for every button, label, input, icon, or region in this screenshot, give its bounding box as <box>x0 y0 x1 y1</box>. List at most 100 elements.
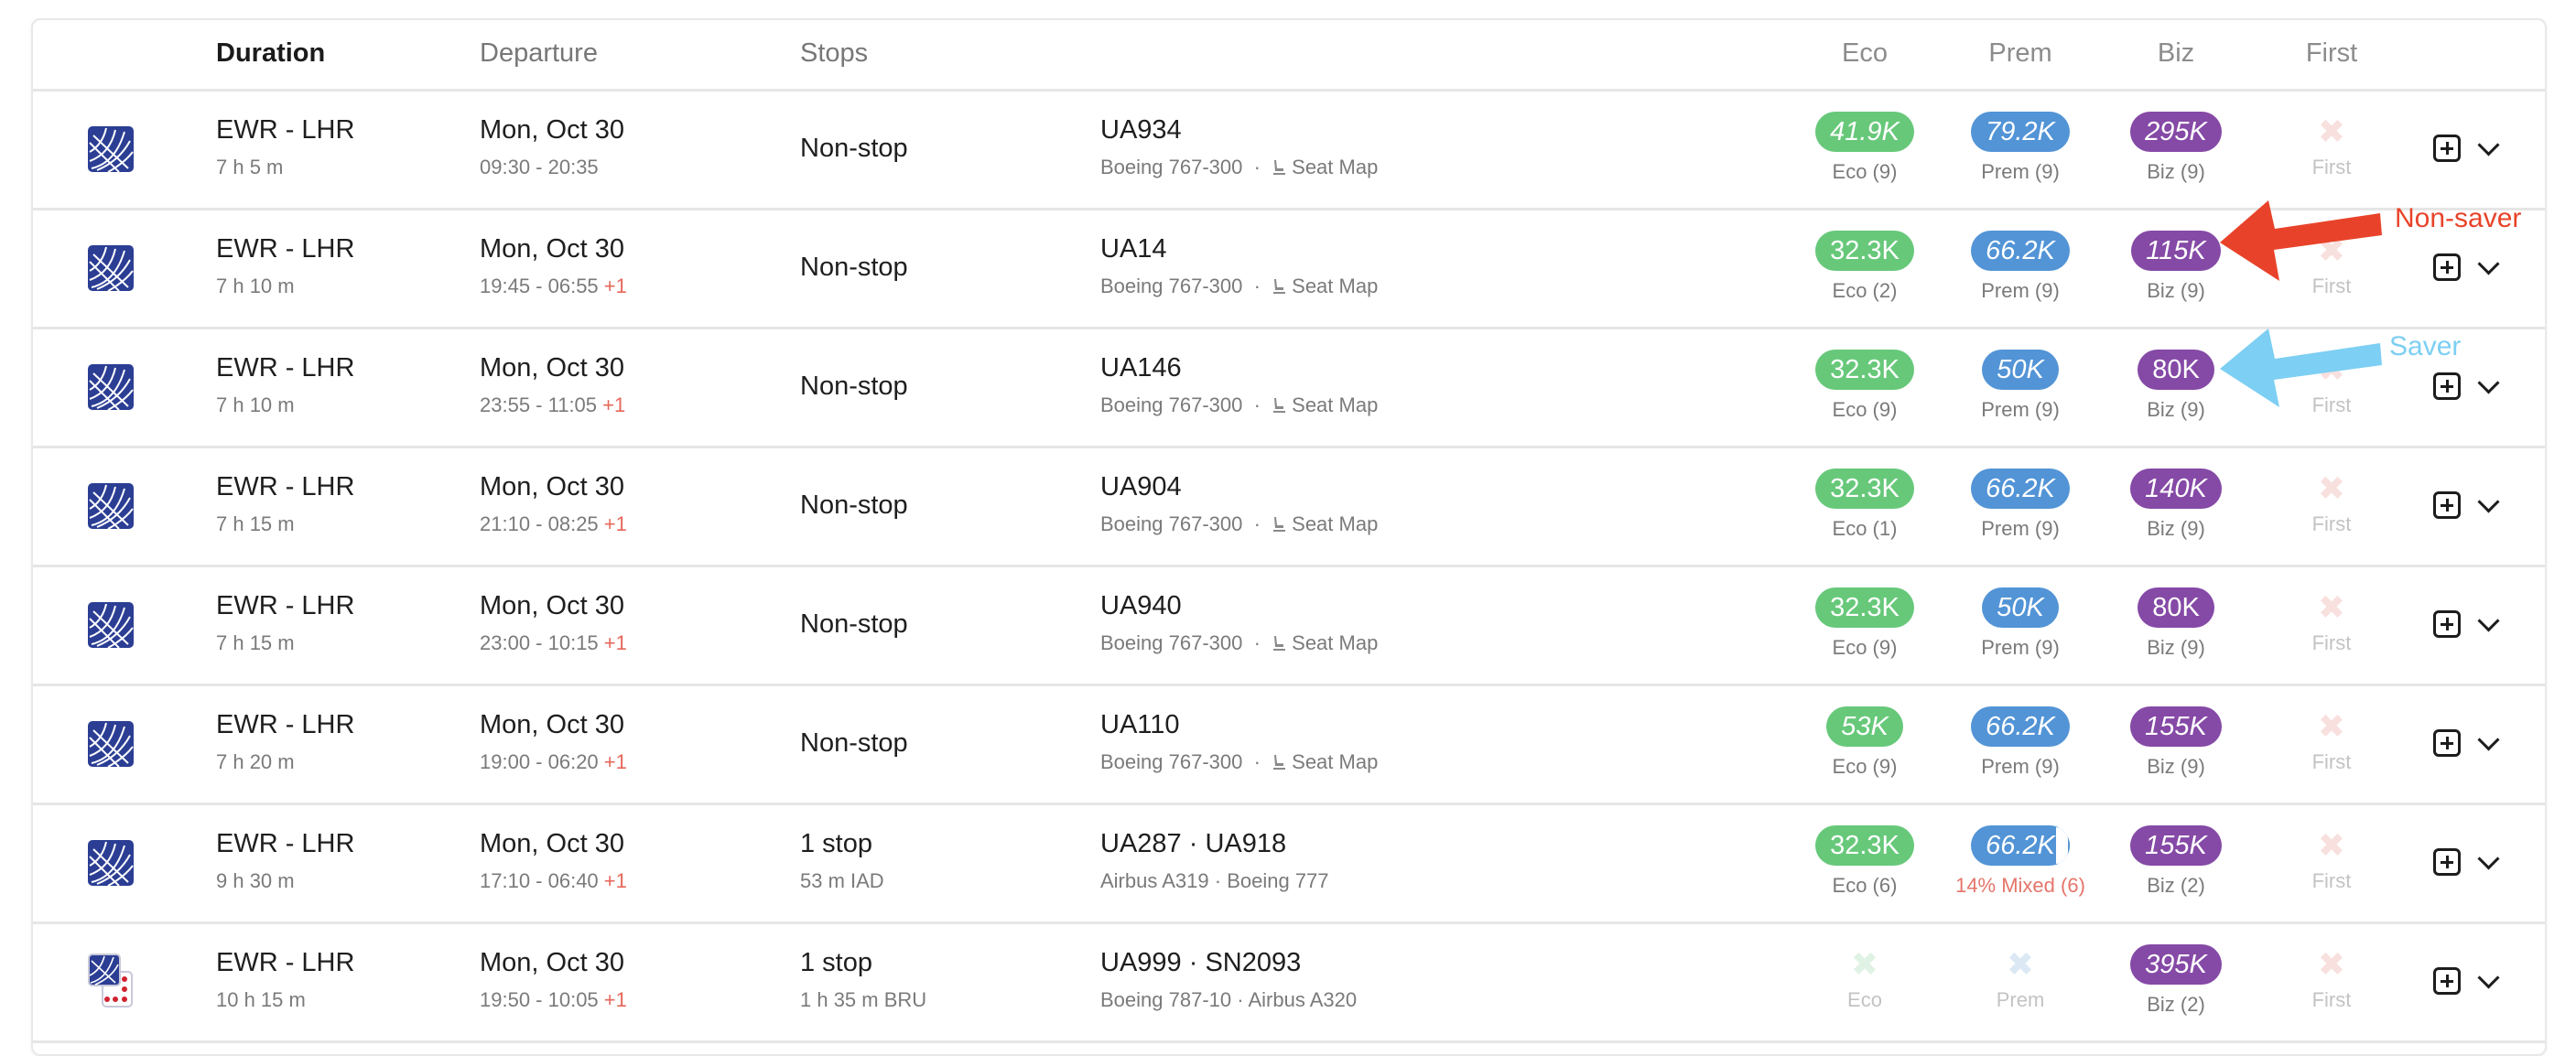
eco-price-pill[interactable]: 32.3K <box>1815 825 1914 866</box>
duration: 7 h 10 m <box>216 275 295 297</box>
plus-square-icon[interactable] <box>2433 848 2461 876</box>
cabin-biz[interactable]: 295K Biz (9) <box>2098 112 2254 184</box>
cabin-biz[interactable]: 140K Biz (9) <box>2098 469 2254 541</box>
eco-price-pill[interactable]: 32.3K <box>1815 231 1914 271</box>
cabin-prem[interactable]: 66.2K Prem (9) <box>1943 706 2098 779</box>
price: 66.2K <box>1986 474 2055 503</box>
cabin-eco[interactable]: 32.3K Eco (2) <box>1787 231 1943 303</box>
seat-map-link[interactable]: Seat Map <box>1272 393 1378 416</box>
cabin-biz[interactable]: 155K Biz (2) <box>2098 825 2254 898</box>
departure-times: 23:00 - 10:15 +1 <box>480 631 627 655</box>
biz-price-pill[interactable]: 80K <box>2138 350 2214 390</box>
chevron-down-icon[interactable] <box>2477 490 2500 513</box>
seat-map-link[interactable]: Seat Map <box>1272 512 1378 535</box>
plus-square-icon[interactable] <box>2433 610 2461 638</box>
table-row[interactable]: EWR - LHR 7 h 15 m Mon, Oct 30 21:10 - 08:2… <box>33 448 2545 567</box>
seat-map-link[interactable]: Seat Map <box>1272 275 1378 297</box>
table-row[interactable]: EWR - LHR 9 h 30 m Mon, Oct 30 17:10 - 06:4… <box>33 805 2545 924</box>
seat-map-link[interactable]: Seat Map <box>1272 750 1378 773</box>
aircraft: Boeing 767-300 <box>1100 512 1243 535</box>
cabin-eco[interactable]: 32.3K Eco (9) <box>1787 350 1943 422</box>
biz-price-pill[interactable]: 295K <box>2130 112 2222 152</box>
united-logo-icon <box>88 840 134 887</box>
prem-price-pill[interactable]: 79.2K <box>1971 112 2070 152</box>
chevron-down-icon[interactable] <box>2477 728 2500 751</box>
header-departure[interactable]: Departure <box>480 38 598 69</box>
prem-price-pill[interactable]: 66.2K <box>1971 706 2070 747</box>
seat-map-link[interactable]: Seat Map <box>1272 156 1378 178</box>
biz-price-pill[interactable]: 140K <box>2130 469 2222 509</box>
biz-price-pill[interactable]: 80K <box>2138 587 2214 628</box>
cabin-prem[interactable]: 66.2K 14% Mixed (6) <box>1943 825 2098 898</box>
separator-dot: · <box>1242 512 1272 535</box>
plus-square-icon[interactable] <box>2433 491 2461 519</box>
cabin-eco[interactable]: 41.9K Eco (9) <box>1787 112 1943 184</box>
biz-price-pill[interactable]: 395K <box>2130 944 2222 985</box>
plus-square-icon[interactable] <box>2433 135 2461 162</box>
plus-square-icon[interactable] <box>2433 253 2461 281</box>
header-biz[interactable]: Biz <box>2158 38 2194 69</box>
cabin-biz[interactable]: 80K Biz (9) <box>2098 587 2254 660</box>
prem-price-pill[interactable]: 50K <box>1982 587 2059 628</box>
prem-price-pill[interactable]: 66.2K <box>1971 469 2070 509</box>
header-stops[interactable]: Stops <box>800 38 868 69</box>
cabin-eco[interactable]: 32.3K Eco (1) <box>1787 469 1943 541</box>
prem-seats-label: Prem (9) <box>1981 160 2060 183</box>
plus-square-icon[interactable] <box>2433 372 2461 400</box>
chevron-down-icon[interactable] <box>2477 134 2500 156</box>
stops: 1 stop <box>800 948 872 977</box>
eco-price-pill[interactable]: 41.9K <box>1815 112 1914 152</box>
cabin-eco[interactable]: 32.3K Eco (9) <box>1787 587 1943 660</box>
cabin-prem[interactable]: 66.2K Prem (9) <box>1943 469 2098 541</box>
unavailable-x-icon: ✖ <box>2006 945 2035 983</box>
header-eco[interactable]: Eco <box>1842 38 1888 69</box>
header-first[interactable]: First <box>2306 38 2357 69</box>
cabin-prem[interactable]: 50K Prem (9) <box>1943 587 2098 660</box>
eco-price-pill[interactable]: 32.3K <box>1815 469 1914 509</box>
eco-seats-label: Eco (9) <box>1832 160 1898 183</box>
table-row[interactable]: EWR - LHR 7 h 10 m Mon, Oct 30 23:55 - 11:0… <box>33 329 2545 448</box>
cabin-prem[interactable]: 50K Prem (9) <box>1943 350 2098 422</box>
chevron-down-icon[interactable] <box>2477 609 2500 632</box>
biz-price-pill[interactable]: 155K <box>2130 706 2222 747</box>
aircraft-info: Boeing 767-300 · Seat Map <box>1100 750 1378 774</box>
table-row[interactable]: EWR - LHR 10 h 15 m Mon, Oct 30 19:50 - 10:… <box>33 924 2545 1043</box>
chevron-down-icon[interactable] <box>2477 253 2500 275</box>
table-row[interactable]: EWR - LHR 7 h 20 m Mon, Oct 30 19:00 - 06:2… <box>33 686 2545 805</box>
eco-price-pill[interactable]: 32.3K <box>1815 587 1914 628</box>
cabin-biz[interactable]: 155K Biz (9) <box>2098 706 2254 779</box>
header-prem[interactable]: Prem <box>1988 38 2051 69</box>
table-header: Duration Departure Stops Eco Prem Biz Fi… <box>33 20 2545 92</box>
plus-square-icon[interactable] <box>2433 967 2461 995</box>
aircraft: Boeing 767-300 <box>1100 393 1243 416</box>
plus-square-icon[interactable] <box>2433 729 2461 757</box>
chevron-down-icon[interactable] <box>2477 372 2500 394</box>
flight-results-table: Duration Departure Stops Eco Prem Biz Fi… <box>31 18 2547 1056</box>
stop-detail: 53 m IAD <box>800 869 884 892</box>
eco-seats-label: Eco (9) <box>1832 636 1898 659</box>
table-row[interactable]: EWR - LHR 7 h 5 m Mon, Oct 30 09:30 - 20:35… <box>33 92 2545 210</box>
biz-seats-label: Biz (9) <box>2147 517 2205 540</box>
eco-unavailable-label: Eco <box>1847 988 1882 1011</box>
cabin-prem[interactable]: 66.2K Prem (9) <box>1943 231 2098 303</box>
prem-price-pill[interactable]: 66.2K <box>1971 231 2070 271</box>
seat-map-link[interactable]: Seat Map <box>1272 631 1378 654</box>
biz-seats-label: Biz (9) <box>2147 636 2205 659</box>
prem-price-pill[interactable]: 50K <box>1982 350 2059 390</box>
table-row[interactable]: EWR - LHR 7 h 10 m Mon, Oct 30 19:45 - 06:5… <box>33 210 2545 329</box>
flight-number: UA940 <box>1100 591 1182 620</box>
chevron-down-icon[interactable] <box>2477 966 2500 989</box>
cabin-prem[interactable]: 79.2K Prem (9) <box>1943 112 2098 184</box>
biz-price-pill[interactable]: 155K <box>2130 825 2222 866</box>
table-row[interactable]: EWR - LHR 7 h 15 m Mon, Oct 30 23:00 - 10:1… <box>33 567 2545 686</box>
eco-price-pill[interactable]: 32.3K <box>1815 350 1914 390</box>
cabin-biz[interactable]: 395K Biz (2) <box>2098 944 2254 1017</box>
prem-price-pill[interactable]: 66.2K <box>1971 825 2070 866</box>
cabin-eco[interactable]: 32.3K Eco (6) <box>1787 825 1943 898</box>
eco-price-pill[interactable]: 53K <box>1826 706 1903 747</box>
chevron-down-icon[interactable] <box>2477 847 2500 870</box>
price: 80K <box>2152 355 2200 384</box>
header-duration[interactable]: Duration <box>216 38 325 69</box>
cabin-eco[interactable]: 53K Eco (9) <box>1787 706 1943 779</box>
biz-price-pill[interactable]: 115K <box>2131 231 2221 271</box>
